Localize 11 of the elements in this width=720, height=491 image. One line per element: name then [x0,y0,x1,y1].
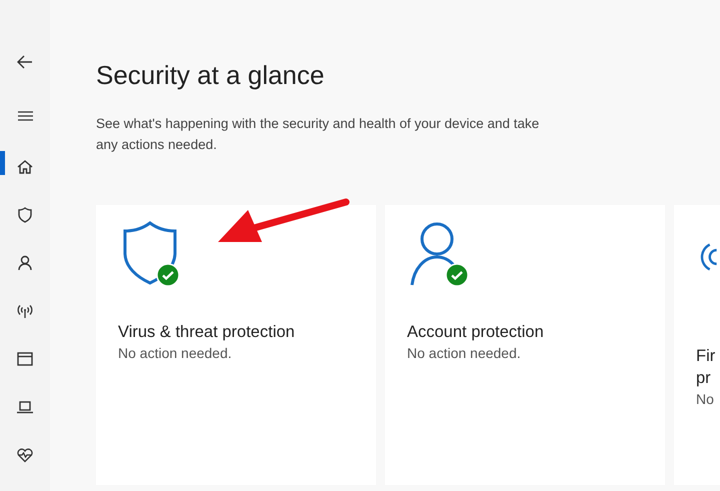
card-title: Account protection [407,322,545,343]
card-status: No action needed. [407,345,522,361]
status-card[interactable]: Virus & threat protection No action needed. [96,205,376,485]
status-card[interactable]: Fir pr No [674,205,720,485]
page-title: Security at a glance [96,60,326,91]
card-status: No action needed. [118,345,233,361]
page-description: See what's happening with the security and health of your device and take any actions needed. [96,115,540,154]
status-card[interactable]: Account protection No action needed. [385,205,665,485]
card-status: No [696,391,715,407]
card-title: Virus & threat protection [118,322,296,343]
card-title: Fir pr [696,346,716,389]
